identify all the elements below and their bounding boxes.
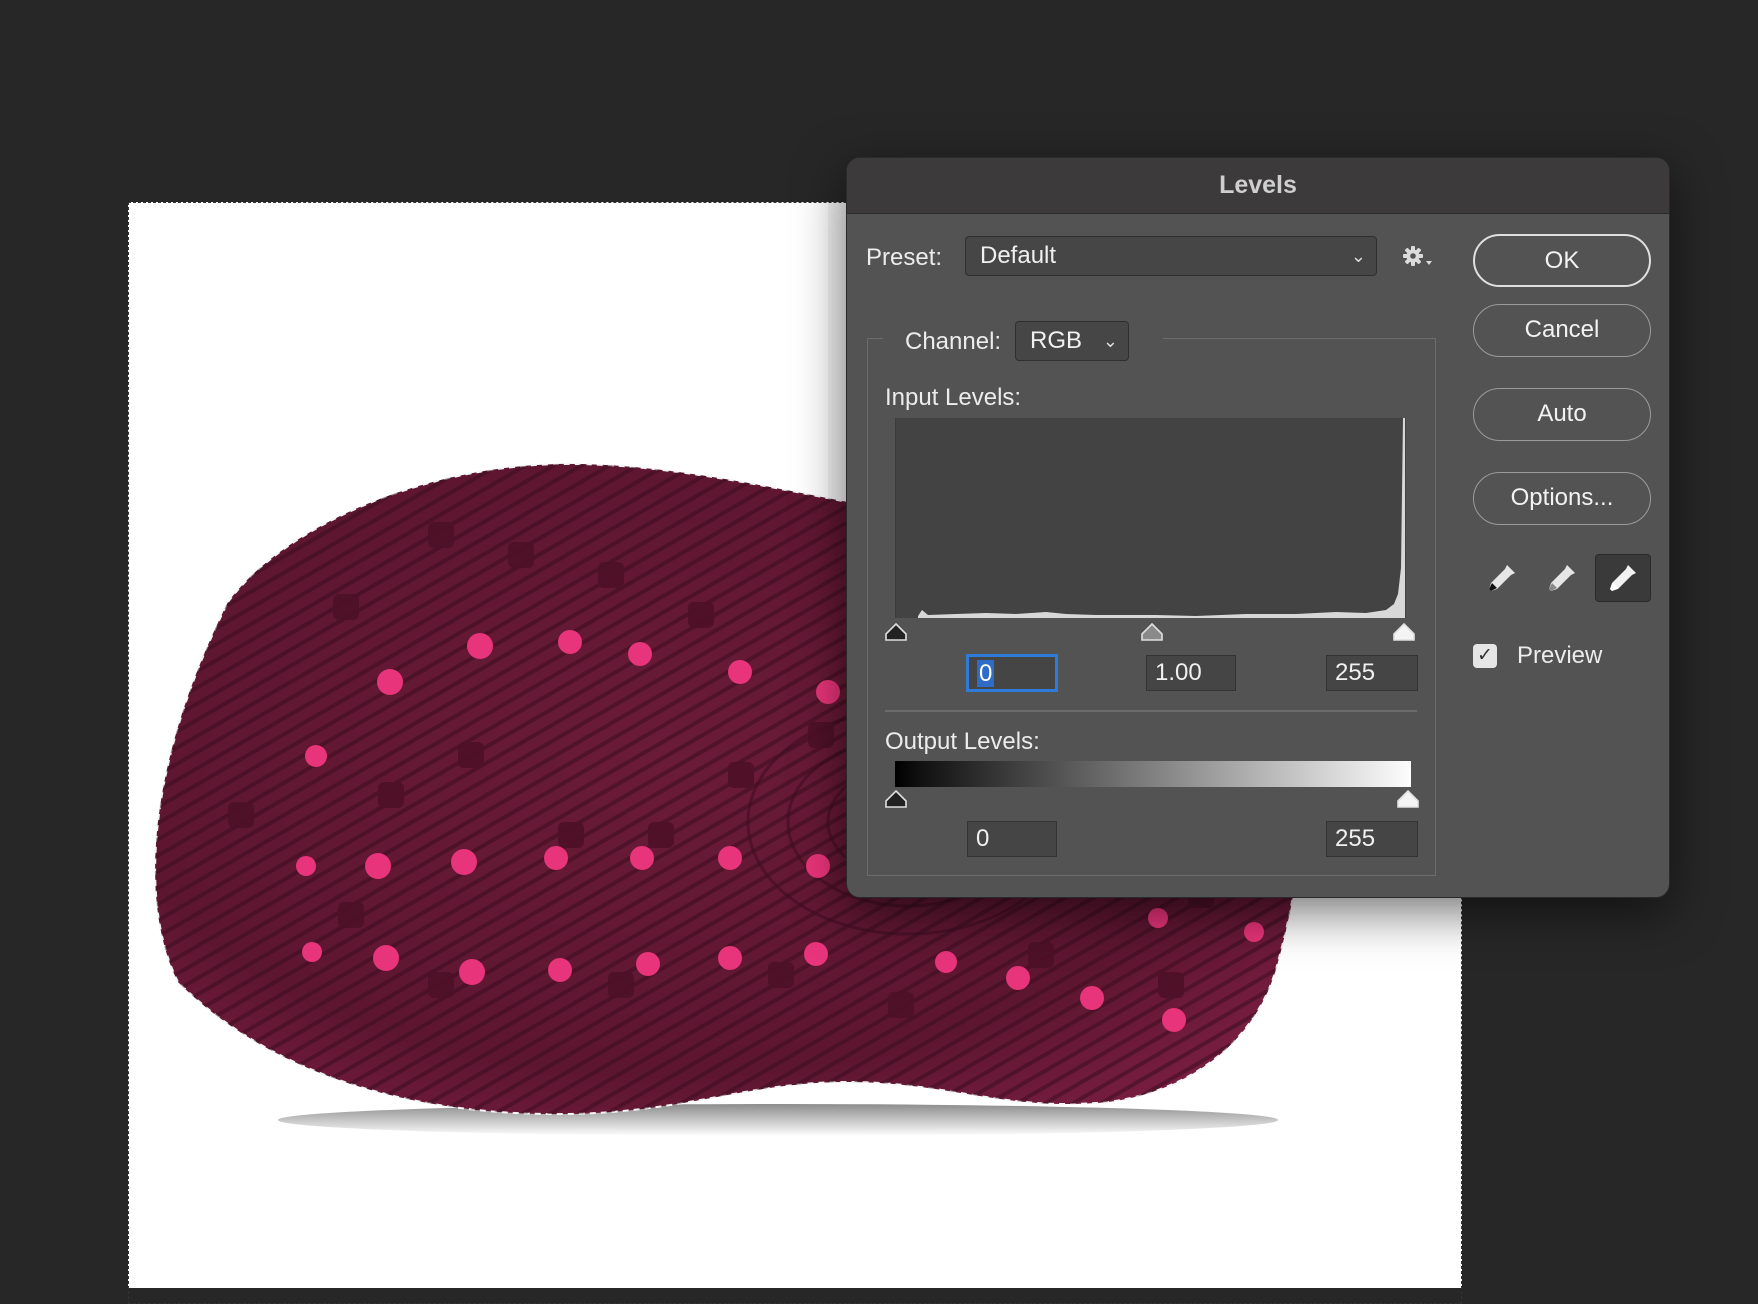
input-gamma-slider[interactable] bbox=[1140, 622, 1164, 642]
histogram bbox=[895, 418, 1406, 618]
eyedropper-gray-icon[interactable] bbox=[1537, 554, 1587, 602]
preview-label: Preview bbox=[1517, 642, 1603, 669]
preset-select[interactable]: Default ⌄ bbox=[965, 236, 1377, 276]
dialog-title[interactable]: Levels bbox=[847, 158, 1669, 214]
channel-label: Channel: bbox=[905, 328, 1002, 355]
output-white-slider[interactable] bbox=[1396, 789, 1420, 809]
output-gradient-bar bbox=[895, 761, 1411, 787]
output-black-slider[interactable] bbox=[884, 789, 908, 809]
output-levels-label: Output Levels: bbox=[885, 728, 1040, 755]
eyedropper-white-icon[interactable] bbox=[1595, 554, 1651, 602]
auto-button[interactable]: Auto bbox=[1473, 388, 1651, 441]
input-gamma-field[interactable]: 1.00 bbox=[1146, 655, 1236, 691]
channel-value: RGB bbox=[1030, 327, 1083, 354]
levels-dialog: Levels Preset: Default ⌄ OK Cancel Auto … bbox=[846, 157, 1670, 898]
input-black-slider[interactable] bbox=[884, 622, 908, 642]
gear-icon[interactable] bbox=[1401, 242, 1437, 272]
input-levels-label: Input Levels: bbox=[885, 384, 1022, 411]
channel-select[interactable]: RGB ⌄ bbox=[1015, 321, 1129, 361]
input-white-field[interactable]: 255 bbox=[1326, 655, 1418, 691]
chevron-down-icon: ⌄ bbox=[1350, 246, 1366, 266]
ok-button[interactable]: OK bbox=[1473, 234, 1651, 287]
cancel-button[interactable]: Cancel bbox=[1473, 304, 1651, 357]
eyedropper-black-icon[interactable] bbox=[1477, 554, 1527, 602]
preset-label: Preset: bbox=[866, 244, 943, 271]
input-black-field[interactable]: 0 bbox=[967, 655, 1057, 691]
output-black-field[interactable]: 0 bbox=[967, 821, 1057, 857]
output-white-field[interactable]: 255 bbox=[1326, 821, 1418, 857]
chevron-down-icon: ⌄ bbox=[1102, 331, 1118, 351]
input-black-value: 0 bbox=[977, 660, 995, 687]
options-button[interactable]: Options... bbox=[1473, 472, 1651, 525]
preview-checkbox[interactable]: ✓ bbox=[1473, 644, 1497, 668]
section-divider bbox=[885, 710, 1417, 712]
preset-value: Default bbox=[980, 242, 1057, 269]
input-white-slider[interactable] bbox=[1392, 622, 1416, 642]
